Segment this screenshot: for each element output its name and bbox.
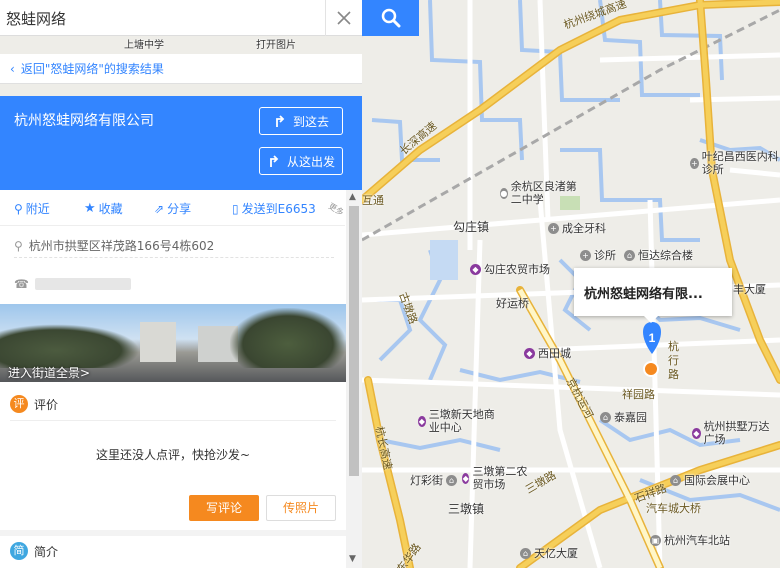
write-review-button[interactable]: 写评论 bbox=[189, 495, 259, 521]
search-input[interactable] bbox=[6, 4, 321, 32]
building-icon: ⌂ bbox=[670, 474, 681, 486]
poi-yejichang-clinic[interactable]: + 叶纪昌西医内科诊所 bbox=[690, 150, 780, 176]
bus-icon: ▣ bbox=[650, 534, 661, 546]
more-tab[interactable]: 更多 bbox=[326, 201, 345, 219]
map-popup-pointer bbox=[644, 316, 658, 323]
clinic-icon: + bbox=[580, 249, 591, 261]
reviews-header: 评 评价 bbox=[10, 395, 58, 413]
place-detail-body: ⚲ 附近 ★ 收藏 ⇗ 分享 ▯ 发送到E6653 更多 ⚲ 杭州市拱墅区祥茂路166号… bbox=[0, 190, 362, 568]
tree-left bbox=[0, 324, 140, 368]
share-icon: ⇗ bbox=[154, 201, 165, 216]
scroll-down-arrow[interactable]: ▼ bbox=[349, 554, 356, 564]
street-view-thumbnail[interactable]: 进入街道全景> bbox=[0, 304, 346, 382]
search-icon bbox=[381, 8, 400, 28]
place-label-dasha: 丰大厦 bbox=[733, 283, 766, 296]
send-to-phone-button[interactable]: ▯ 发送到E6653 bbox=[232, 200, 316, 217]
telephone-icon: ☎ bbox=[14, 277, 29, 291]
place-label-gouzhuang: 勾庄镇 bbox=[453, 220, 490, 234]
route-to-icon bbox=[276, 115, 285, 127]
map-popup-title: 杭州怒蛙网络有限... bbox=[584, 286, 703, 302]
route-from-icon bbox=[270, 155, 279, 167]
shop-icon: ◆ bbox=[462, 472, 470, 484]
reviews-title: 评价 bbox=[34, 397, 59, 412]
map-peek-label-other: 打开图片 bbox=[256, 40, 296, 51]
poi-expo-center[interactable]: ⌂ 国际会展中心 bbox=[670, 472, 750, 488]
poi-gouzhuang-market[interactable]: ◆ 勾庄农贸市场 bbox=[470, 261, 550, 277]
review-badge-icon: 评 bbox=[10, 395, 28, 413]
map-peek-label-school: 上塘中学 bbox=[124, 40, 164, 51]
school-icon: ● bbox=[500, 187, 508, 199]
poi-chengquan-dental[interactable]: + 成全牙科 bbox=[548, 220, 606, 236]
poi-tianyi-building[interactable]: ⌂ 天亿大厦 bbox=[520, 545, 578, 561]
phone-row: ☎ bbox=[14, 272, 334, 296]
poi-north-bus-station[interactable]: ▣ 杭州汽车北站 bbox=[650, 532, 730, 548]
place-label-haoyunqiao: 好运桥 bbox=[496, 297, 529, 310]
street-view-label: 进入街道全景> bbox=[8, 366, 91, 380]
back-link-label: 返回"怒蛙网络"的搜索结果 bbox=[20, 62, 164, 76]
place-label-hutong: 互通 bbox=[362, 194, 384, 207]
share-button[interactable]: ⇗ 分享 bbox=[154, 200, 191, 217]
detail-scrollbar[interactable]: ▲ ▼ bbox=[346, 190, 362, 568]
poi-wanda-plaza[interactable]: ◆ 杭州拱墅万达广场 bbox=[692, 420, 772, 446]
shop-icon: ◆ bbox=[692, 427, 701, 439]
poi-liangzhu-school[interactable]: ● 余杭区良渚第二中学 bbox=[500, 180, 580, 206]
address-row: ⚲ 杭州市拱墅区祥茂路166号4栋602 bbox=[14, 234, 334, 258]
star-icon: ★ bbox=[84, 201, 96, 216]
tree-right bbox=[230, 308, 346, 368]
reviews-empty-text: 这里还没人点评，快抢沙发~ bbox=[95, 448, 251, 462]
building-icon: ⌂ bbox=[446, 474, 457, 486]
lake-area bbox=[430, 240, 458, 280]
upload-photo-button[interactable]: 传照片 bbox=[266, 495, 336, 521]
marker-number: 1 bbox=[649, 331, 656, 345]
intro-badge-icon: 简 bbox=[10, 542, 28, 560]
place-label-bridge: 汽车城大桥 bbox=[646, 502, 701, 515]
place-label-sandun-town: 三墩镇 bbox=[448, 502, 485, 516]
chevron-left-icon: ‹ bbox=[10, 61, 15, 76]
road-label-xiangyuan: 祥园路 bbox=[622, 388, 655, 401]
back-to-results[interactable]: ‹ 返回"怒蛙网络"的搜索结果 bbox=[0, 54, 362, 84]
place-header: 杭州怒蛙网络有限公司 到这去 从这出发 bbox=[0, 96, 362, 190]
map-peek-strip: 上塘中学 打开图片 bbox=[0, 36, 362, 54]
poi-taijiayuan[interactable]: ⌂ 泰嘉园 bbox=[600, 409, 647, 425]
shop-icon: ◆ bbox=[524, 347, 535, 359]
shop-icon: ◆ bbox=[418, 415, 426, 427]
map-popup[interactable]: 杭州怒蛙网络有限... bbox=[574, 268, 732, 316]
search-button[interactable] bbox=[362, 0, 419, 36]
scroll-thumb[interactable] bbox=[349, 206, 359, 476]
clinic-icon: + bbox=[548, 222, 559, 234]
from-here-button[interactable]: 从这出发 bbox=[259, 147, 343, 175]
clear-search-button[interactable] bbox=[325, 0, 362, 36]
place-title: 杭州怒蛙网络有限公司 bbox=[14, 113, 154, 129]
road-label-hangxing: 杭行路 bbox=[668, 340, 679, 381]
section-divider bbox=[0, 530, 346, 536]
building-icon: ⌂ bbox=[624, 249, 635, 261]
poi-clinic[interactable]: + 诊所 bbox=[580, 247, 616, 263]
shop-icon: ◆ bbox=[470, 263, 481, 275]
action-row: ⚲ 附近 ★ 收藏 ⇗ 分享 ▯ 发送到E6653 更多 bbox=[0, 190, 345, 226]
poi-sandun-market-2[interactable]: ◆ 三墩第二农贸市场 bbox=[462, 465, 532, 491]
phone-icon: ▯ bbox=[232, 201, 239, 216]
favorite-button[interactable]: ★ 收藏 bbox=[84, 200, 123, 217]
phone-redacted bbox=[34, 278, 131, 290]
address-text: 杭州市拱墅区祥茂路166号4栋602 bbox=[28, 239, 215, 253]
intro-header: 简 简介 bbox=[10, 542, 58, 560]
close-icon bbox=[337, 11, 351, 25]
poi-dengcai-street[interactable]: 灯彩街 ⌂ bbox=[410, 472, 457, 488]
to-here-button[interactable]: 到这去 bbox=[259, 107, 343, 135]
nearby-button[interactable]: ⚲ 附近 bbox=[14, 200, 50, 217]
poi-xitiancheng[interactable]: ◆ 西田城 bbox=[524, 345, 571, 361]
clinic-icon: + bbox=[690, 157, 699, 169]
poi-sandun-xintiandi[interactable]: ◆ 三墩新天地商业中心 bbox=[418, 408, 498, 434]
address-pin-icon: ⚲ bbox=[14, 238, 23, 253]
poi-hengda-building[interactable]: ⌂ 恒达综合楼 bbox=[624, 247, 693, 263]
location-pin-icon: ⚲ bbox=[14, 201, 23, 216]
building-icon: ⌂ bbox=[600, 411, 611, 423]
intro-title: 简介 bbox=[34, 544, 59, 559]
building-icon: ⌂ bbox=[520, 547, 531, 559]
scroll-up-arrow[interactable]: ▲ bbox=[349, 192, 356, 202]
building-left bbox=[140, 322, 176, 362]
reviews-divider bbox=[10, 420, 336, 421]
search-box bbox=[0, 0, 362, 36]
